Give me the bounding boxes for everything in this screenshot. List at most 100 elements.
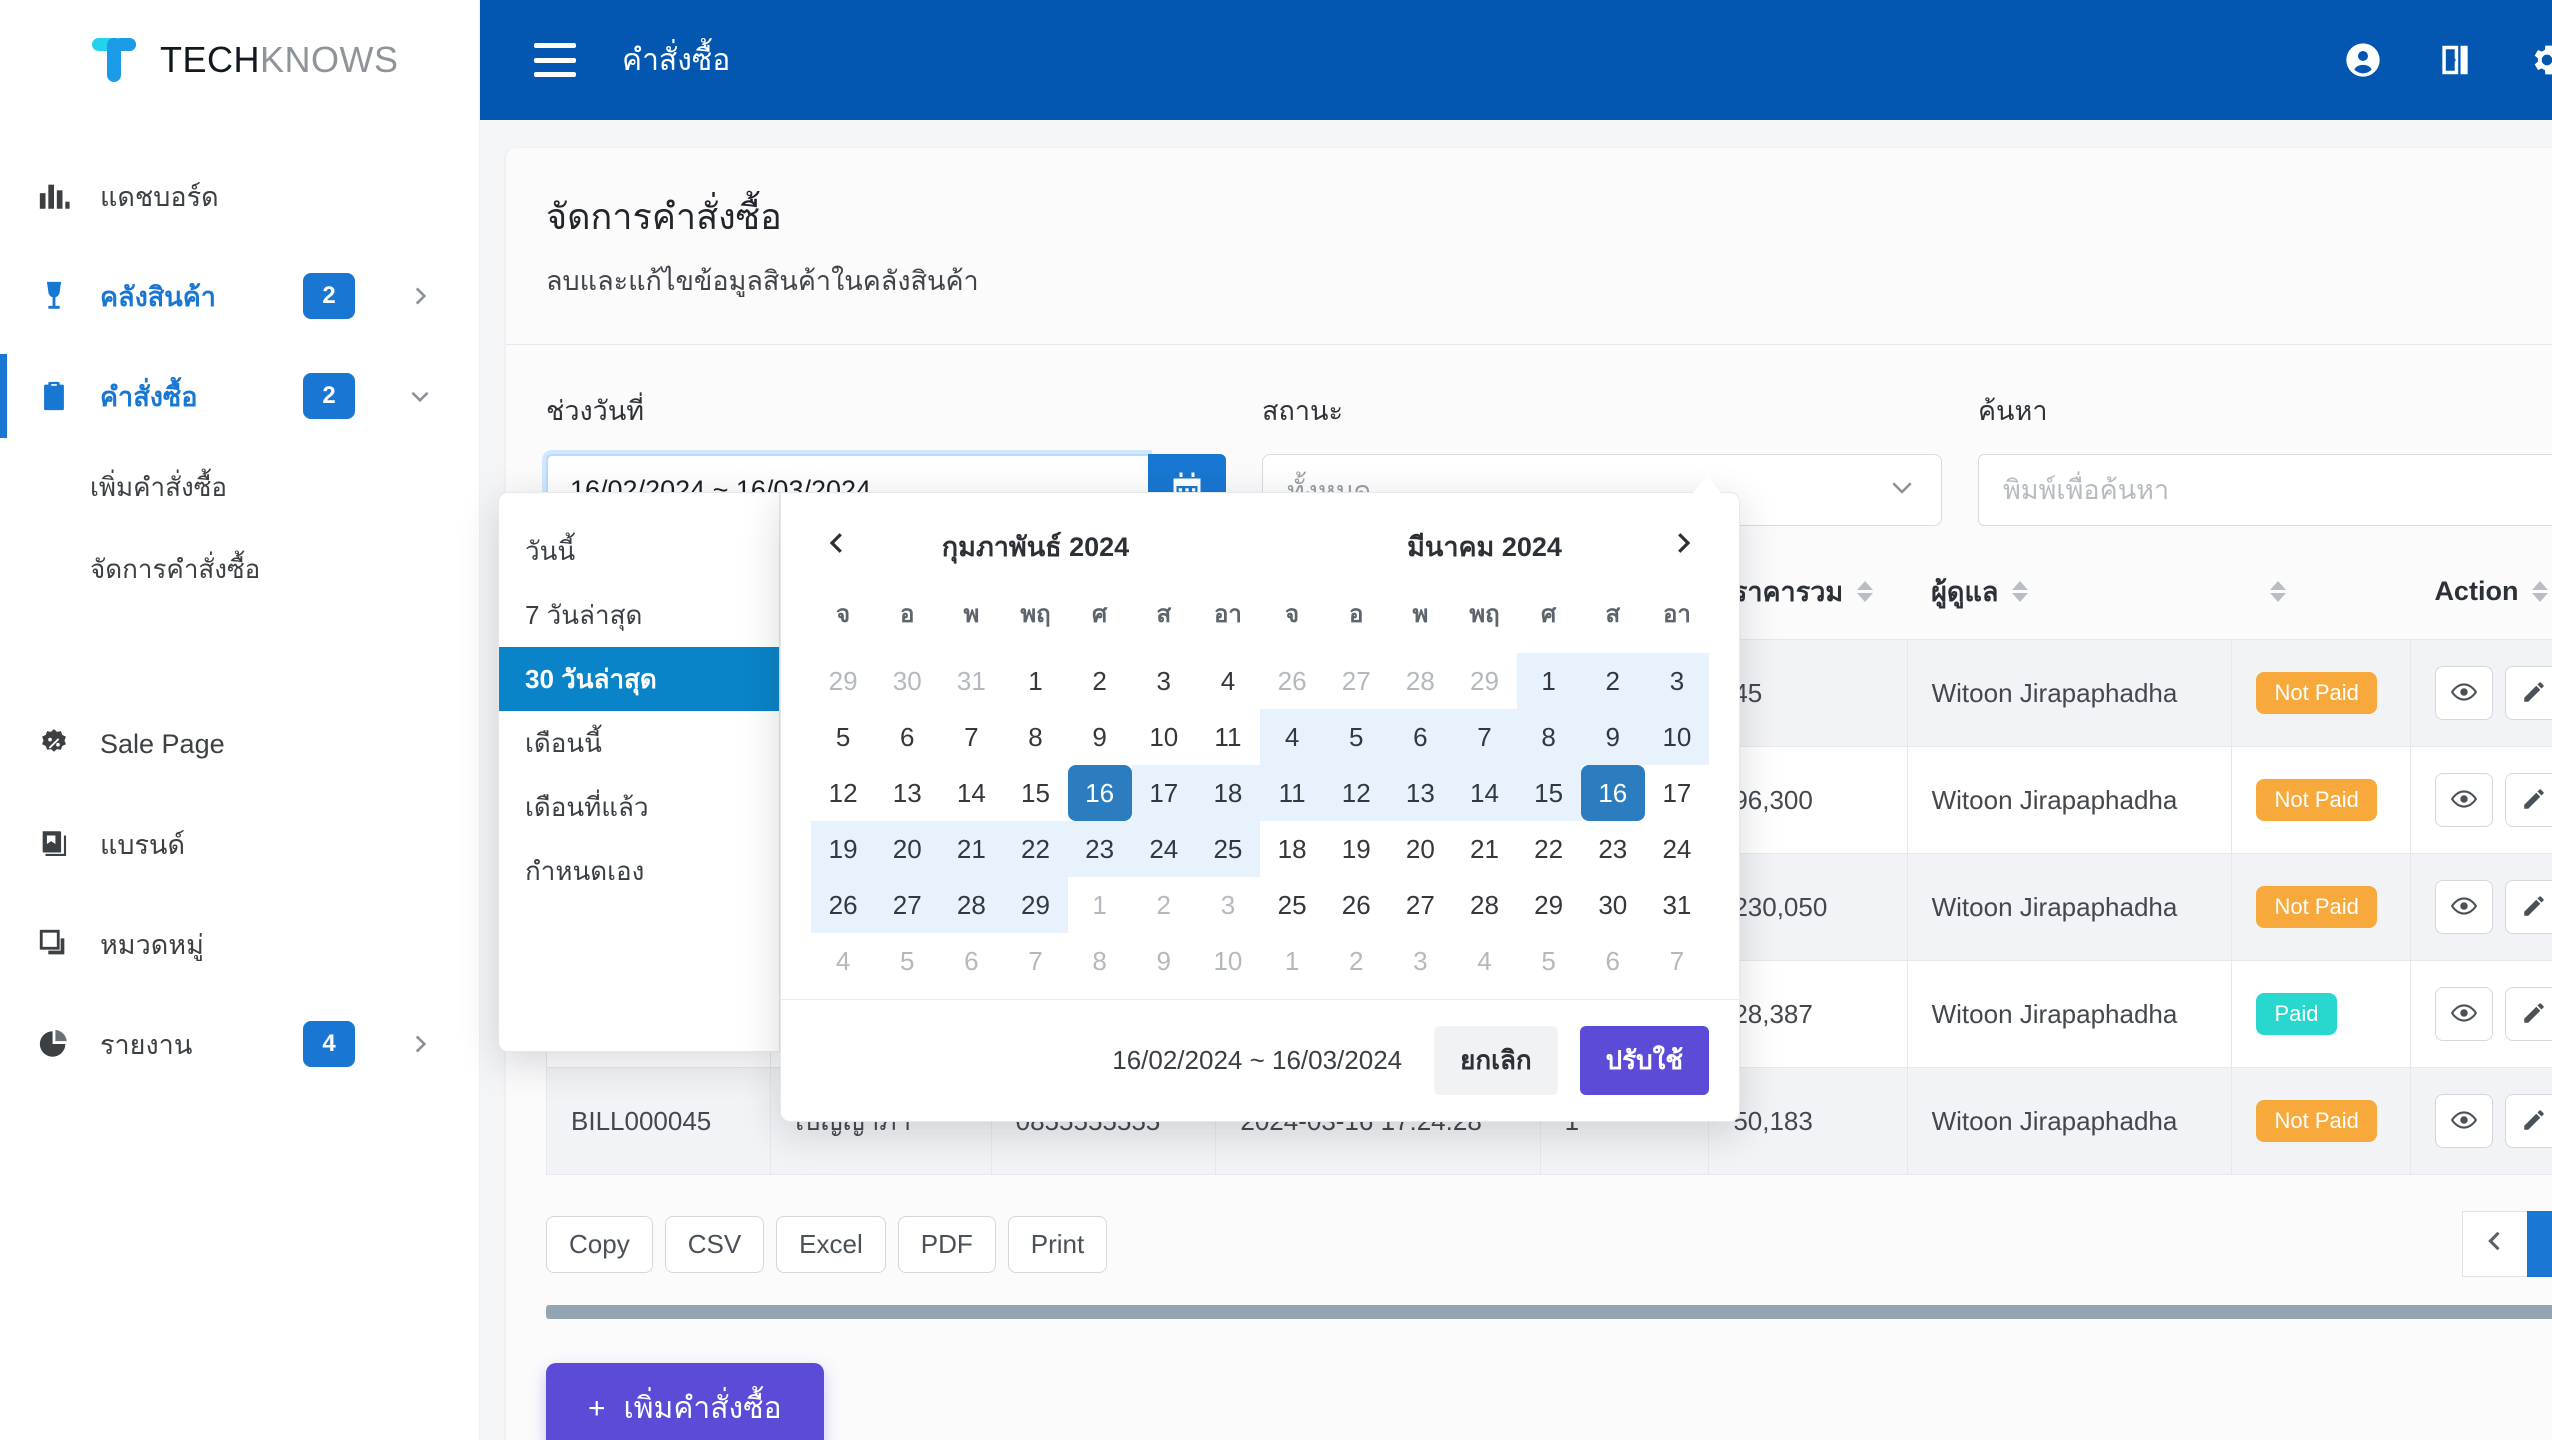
datepicker-day-cell[interactable]: 23 bbox=[1067, 821, 1132, 877]
pencil-button[interactable] bbox=[2504, 773, 2552, 827]
datepicker-shortcut-5[interactable]: กำหนดเอง bbox=[499, 839, 779, 903]
datepicker-day-cell[interactable]: 6 bbox=[1388, 709, 1453, 765]
datepicker-day-cell[interactable]: 9 bbox=[1132, 933, 1196, 989]
datepicker-day-cell[interactable]: 15 bbox=[1516, 765, 1581, 821]
horizontal-scrollbar[interactable] bbox=[546, 1305, 2552, 1319]
datepicker-day-cell[interactable]: 9 bbox=[1068, 709, 1132, 765]
datepicker-day-cell[interactable]: 29 bbox=[1003, 877, 1068, 933]
sidebar-item-sale-page[interactable]: Sale Page bbox=[0, 694, 479, 794]
datepicker-day-cell[interactable]: 9 bbox=[1580, 709, 1645, 765]
datepicker-day-cell[interactable]: 27 bbox=[1388, 877, 1452, 933]
datepicker-day-cell[interactable]: 8 bbox=[1003, 709, 1067, 765]
datepicker-day-cell[interactable]: 8 bbox=[1068, 933, 1132, 989]
datepicker-day-cell[interactable]: 15 bbox=[1003, 765, 1067, 821]
pencil-button[interactable] bbox=[2504, 880, 2552, 934]
datepicker-shortcut-1[interactable]: 7 วันล่าสุด bbox=[499, 583, 779, 647]
datepicker-day-cell[interactable]: 2 bbox=[1068, 653, 1132, 709]
datepicker-day-cell[interactable]: 5 bbox=[1517, 933, 1581, 989]
datepicker-day-cell[interactable]: 12 bbox=[1324, 765, 1389, 821]
datepicker-day-cell[interactable]: 27 bbox=[875, 877, 940, 933]
sidebar-item-categories[interactable]: หมวดหมู่ bbox=[0, 894, 479, 994]
gear-icon[interactable] bbox=[2526, 39, 2552, 81]
datepicker-day-cell[interactable]: 1 bbox=[1260, 933, 1324, 989]
sidebar-item-brands[interactable]: แบรนด์ bbox=[0, 794, 479, 894]
datepicker-day-cell[interactable]: 22 bbox=[1517, 821, 1581, 877]
datepicker-day-cell[interactable]: 16 bbox=[1580, 765, 1645, 821]
sort-icon[interactable] bbox=[2532, 581, 2549, 602]
datepicker-day-cell[interactable]: 4 bbox=[1260, 709, 1325, 765]
datepicker-day-cell[interactable]: 31 bbox=[1645, 877, 1709, 933]
datepicker-day-cell[interactable]: 28 bbox=[1452, 877, 1516, 933]
datepicker-day-cell[interactable]: 29 bbox=[811, 653, 875, 709]
datepicker-day-cell[interactable]: 30 bbox=[875, 653, 939, 709]
datepicker-day-cell[interactable]: 28 bbox=[939, 877, 1004, 933]
datepicker-day-cell[interactable]: 10 bbox=[1196, 933, 1260, 989]
datepicker-day-cell[interactable]: 3 bbox=[1644, 653, 1709, 709]
datepicker-day-cell[interactable]: 13 bbox=[875, 765, 939, 821]
datepicker-day-cell[interactable]: 31 bbox=[939, 653, 1003, 709]
pencil-button[interactable] bbox=[2504, 666, 2552, 720]
pagination-page-1[interactable]: 1 bbox=[2527, 1211, 2552, 1277]
export-excel-button[interactable]: Excel bbox=[776, 1215, 886, 1273]
datepicker-day-cell[interactable]: 25 bbox=[1260, 877, 1324, 933]
sidebar-item-reports[interactable]: รายงาน 4 bbox=[0, 994, 479, 1094]
datepicker-day-cell[interactable]: 28 bbox=[1388, 653, 1452, 709]
datepicker-day-cell[interactable]: 10 bbox=[1132, 709, 1196, 765]
datepicker-day-cell[interactable]: 5 bbox=[875, 933, 939, 989]
datepicker-day-cell[interactable]: 21 bbox=[1452, 821, 1516, 877]
datepicker-day-cell[interactable]: 6 bbox=[939, 933, 1003, 989]
datepicker-day-cell[interactable]: 7 bbox=[1645, 933, 1709, 989]
datepicker-day-cell[interactable]: 26 bbox=[811, 877, 876, 933]
datepicker-day-cell[interactable]: 24 bbox=[1645, 821, 1709, 877]
datepicker-day-cell[interactable]: 21 bbox=[939, 821, 1004, 877]
eye-button[interactable] bbox=[2434, 1094, 2493, 1148]
datepicker-day-cell[interactable]: 20 bbox=[875, 821, 940, 877]
sidebar-item-inventory[interactable]: คลังสินค้า 2 bbox=[0, 246, 479, 346]
eye-button[interactable] bbox=[2434, 880, 2493, 934]
pencil-button[interactable] bbox=[2504, 987, 2552, 1041]
datepicker-day-cell[interactable]: 2 bbox=[1324, 933, 1388, 989]
datepicker-day-cell[interactable]: 17 bbox=[1645, 765, 1709, 821]
eye-button[interactable] bbox=[2434, 987, 2493, 1041]
account-circle-icon[interactable] bbox=[2342, 39, 2384, 81]
datepicker-day-cell[interactable]: 3 bbox=[1388, 933, 1452, 989]
datepicker-shortcut-2[interactable]: 30 วันล่าสุด bbox=[499, 647, 779, 711]
pagination-prev-button[interactable] bbox=[2462, 1211, 2528, 1277]
datepicker-day-cell[interactable]: 7 bbox=[939, 709, 1003, 765]
eye-button[interactable] bbox=[2434, 666, 2493, 720]
datepicker-day-cell[interactable]: 2 bbox=[1580, 653, 1645, 709]
datepicker-apply-button[interactable]: ปรับใช้ bbox=[1579, 1026, 1709, 1095]
export-csv-button[interactable]: CSV bbox=[664, 1215, 765, 1273]
datepicker-shortcut-3[interactable]: เดือนนี้ bbox=[499, 711, 779, 775]
datepicker-day-cell[interactable]: 4 bbox=[811, 933, 875, 989]
search-input[interactable] bbox=[1978, 454, 2552, 526]
export-print-button[interactable]: Print bbox=[1007, 1215, 1108, 1273]
datepicker-day-cell[interactable]: 17 bbox=[1131, 765, 1196, 821]
datepicker-day-cell[interactable]: 10 bbox=[1644, 709, 1709, 765]
datepicker-day-cell[interactable]: 23 bbox=[1581, 821, 1645, 877]
sidebar-item-dashboard[interactable]: แดชบอร์ด bbox=[0, 146, 479, 246]
datepicker-day-cell[interactable]: 6 bbox=[1581, 933, 1645, 989]
datepicker-day-cell[interactable]: 4 bbox=[1196, 653, 1260, 709]
datepicker-day-cell[interactable]: 27 bbox=[1324, 653, 1388, 709]
sort-icon[interactable] bbox=[2269, 581, 2286, 602]
datepicker-day-cell[interactable]: 12 bbox=[811, 765, 875, 821]
datepicker-day-cell[interactable]: 3 bbox=[1196, 877, 1260, 933]
sidebar-subitem-add-order[interactable]: เพิ่มคำสั่งซื้อ bbox=[0, 446, 479, 528]
datepicker-day-cell[interactable]: 2 bbox=[1132, 877, 1196, 933]
sidebar-subitem-manage-order[interactable]: จัดการคำสั่งซื้อ bbox=[0, 528, 479, 610]
export-pdf-button[interactable]: PDF bbox=[897, 1215, 996, 1273]
datepicker-cancel-button[interactable]: ยกเลิก bbox=[1434, 1026, 1558, 1095]
datepicker-day-cell[interactable]: 11 bbox=[1196, 709, 1260, 765]
datepicker-day-cell[interactable]: 13 bbox=[1388, 765, 1453, 821]
sidebar-item-orders[interactable]: คำสั่งซื้อ 2 bbox=[0, 346, 479, 446]
export-copy-button[interactable]: Copy bbox=[546, 1215, 653, 1273]
datepicker-day-cell[interactable]: 4 bbox=[1452, 933, 1516, 989]
datepicker-day-cell[interactable]: 1 bbox=[1068, 877, 1132, 933]
datepicker-day-cell[interactable]: 8 bbox=[1516, 709, 1581, 765]
sort-icon[interactable] bbox=[2012, 581, 2029, 602]
th-status[interactable] bbox=[2232, 570, 2410, 640]
datepicker-day-cell[interactable]: 18 bbox=[1260, 821, 1324, 877]
datepicker-day-cell[interactable]: 7 bbox=[1003, 933, 1067, 989]
datepicker-next-month-button[interactable] bbox=[1661, 521, 1705, 565]
